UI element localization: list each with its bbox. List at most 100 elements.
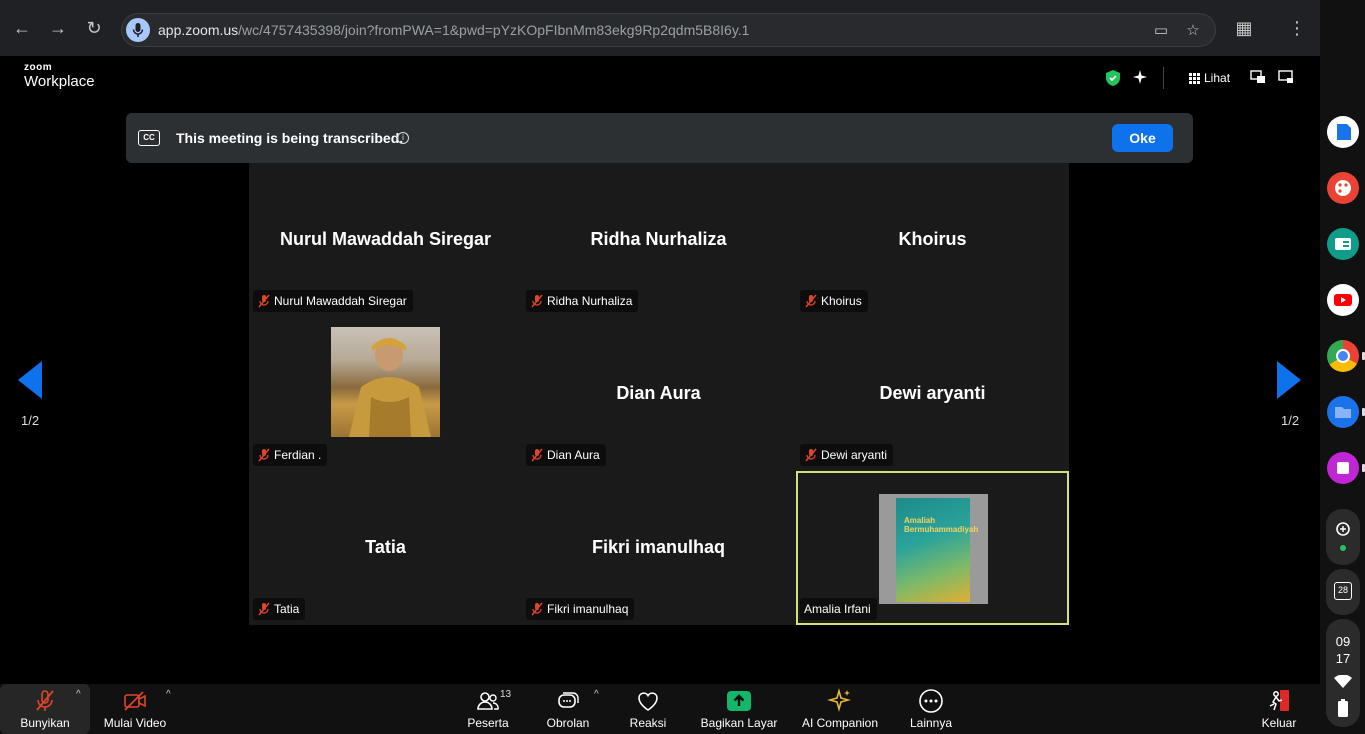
participant-name: Fikri imanulhaq [591, 537, 726, 557]
participant-label: Dian Aura [526, 444, 606, 466]
chat-button[interactable]: Obrolan [538, 684, 598, 734]
address-bar[interactable]: app.zoom.us/wc/4757435398/join?fromPWA=1… [121, 13, 1216, 47]
app-youtube-icon[interactable] [1327, 284, 1359, 316]
calendar-icon: 28 [1334, 582, 1352, 600]
muted-mic-icon [805, 294, 817, 308]
url-host: app.zoom.us [158, 22, 239, 38]
participant-label: Amalia Irfani [800, 598, 877, 620]
participants-icon [477, 692, 499, 710]
page-indicator-left: 1/2 [21, 413, 40, 428]
encryption-shield-icon[interactable] [1106, 70, 1120, 86]
participant-tile[interactable]: Khoirus Khoirus [796, 163, 1069, 317]
install-app-icon[interactable]: ▭ [1151, 21, 1171, 41]
participant-label: Tatia [253, 598, 306, 620]
participant-label: Nurul Mawaddah Siregar [253, 290, 413, 312]
header-divider [1163, 67, 1164, 89]
participant-label: Khoirus [800, 290, 868, 312]
grid-view-icon [1189, 72, 1200, 84]
pip-icon[interactable] [1250, 70, 1266, 86]
transcription-banner: CC This meeting is being transcribed. i … [126, 113, 1193, 163]
participant-tile[interactable]: Tatia Tatia [249, 471, 522, 625]
view-button[interactable]: Lihat [1189, 70, 1230, 86]
participants-label: Peserta [467, 716, 509, 730]
participant-label-text: Dewi aryanti [821, 448, 888, 462]
participant-tile[interactable]: Ferdian . [249, 317, 522, 471]
participant-tile[interactable]: Dewi aryanti Dewi aryanti [796, 317, 1069, 471]
muted-mic-icon [258, 294, 270, 308]
participant-video-image [331, 327, 440, 437]
app-palette-icon[interactable] [1327, 172, 1359, 204]
unmute-label: Bunyikan [20, 716, 70, 730]
next-page-arrow-icon[interactable] [1277, 361, 1301, 399]
muted-mic-icon [258, 448, 270, 462]
participant-name: Tatia [365, 537, 406, 557]
extensions-icon[interactable]: ▦ [1232, 16, 1256, 40]
reactions-button[interactable]: Reaksi [618, 684, 678, 734]
chat-label: Obrolan [546, 716, 590, 730]
forward-icon[interactable]: → [46, 16, 70, 40]
page-indicator-right: 1/2 [1281, 413, 1300, 428]
fullscreen-icon[interactable] [1278, 70, 1294, 86]
battery-icon [1338, 699, 1348, 717]
muted-microphone-icon [36, 690, 54, 711]
leave-door-icon [1269, 690, 1289, 711]
ai-companion-button[interactable]: AI Companion [798, 684, 882, 734]
clock-tray[interactable]: 09 17 [1326, 619, 1360, 727]
participant-name: Dewi aryanti [879, 383, 986, 403]
app-files-icon[interactable] [1327, 396, 1359, 428]
url-path: /wc/4757435398/join?fromPWA=1&pwd=pYzKOp… [238, 22, 750, 38]
participant-label-text: Ferdian . [274, 448, 322, 462]
participant-tile[interactable]: Ridha Nurhaliza Ridha Nurhaliza [522, 163, 795, 317]
participant-tile[interactable]: Nurul Mawaddah Siregar Nurul Mawaddah Si… [249, 163, 522, 317]
logo-big-text: Workplace [24, 73, 95, 90]
participant-label: Ferdian . [253, 444, 328, 466]
active-speaker-tile[interactable]: Amaliah Bermuhammadiyah Amalia Irfani [796, 471, 1069, 625]
start-video-button[interactable]: Mulai Video [100, 684, 170, 734]
share-screen-button[interactable]: Bagikan Layar [698, 684, 780, 734]
participant-name: Ridha Nurhaliza [590, 229, 727, 249]
app-chrome-icon[interactable] [1327, 340, 1359, 372]
app-zoom-pwa-icon[interactable] [1327, 452, 1359, 484]
ai-companion-label: AI Companion [801, 716, 879, 730]
share-screen-label: Bagikan Layar [700, 716, 778, 730]
browser-menu-icon[interactable]: ⋮ [1285, 16, 1309, 40]
more-dots-icon [919, 689, 943, 713]
info-icon[interactable]: i [397, 132, 409, 144]
muted-mic-icon [531, 602, 543, 616]
ai-sparkle-icon[interactable] [1133, 70, 1147, 86]
participant-label-text: Ridha Nurhaliza [547, 294, 633, 308]
video-options-chevron-icon[interactable]: ^ [166, 689, 171, 700]
participant-tile[interactable]: Fikri imanulhaq Fikri imanulhaq [522, 471, 795, 625]
app-classroom-icon[interactable] [1327, 228, 1359, 260]
url-text: app.zoom.us/wc/4757435398/join?fromPWA=1… [158, 22, 749, 38]
unmute-button[interactable]: Bunyikan [10, 684, 80, 734]
more-button[interactable]: Lainnya [900, 684, 962, 734]
calendar-tray[interactable]: 28 [1326, 569, 1360, 615]
participant-name: Dian Aura [616, 383, 701, 403]
chat-options-chevron-icon[interactable]: ^ [594, 689, 599, 700]
more-label: Lainnya [909, 716, 953, 730]
zoom-workplace-logo: zoom Workplace [24, 63, 95, 91]
participant-label-text: Nurul Mawaddah Siregar [274, 294, 407, 308]
back-icon[interactable]: ← [10, 16, 34, 40]
microphone-in-use-icon[interactable] [126, 18, 150, 42]
app-ruang-gtk-icon[interactable] [1327, 116, 1359, 148]
participant-label-text: Tatia [274, 602, 300, 616]
leave-button[interactable]: Keluar [1252, 684, 1306, 734]
bookmark-star-icon[interactable]: ☆ [1183, 21, 1203, 41]
ok-button[interactable]: Oke [1112, 124, 1173, 152]
participant-tile[interactable]: Dian Aura Dian Aura [522, 317, 795, 471]
heart-icon [638, 692, 658, 711]
tray-status-area[interactable] [1326, 509, 1360, 565]
muted-mic-icon [531, 448, 543, 462]
banner-message: This meeting is being transcribed. [176, 130, 404, 146]
participant-name: Nurul Mawaddah Siregar [279, 229, 492, 249]
book-cover-image: Amaliah Bermuhammadiyah [896, 498, 978, 602]
previous-page-arrow-icon[interactable] [18, 361, 42, 399]
book-title-line2: Bermuhammadiyah [904, 525, 979, 534]
video-gallery: Nurul Mawaddah Siregar Nurul Mawaddah Si… [249, 163, 1069, 625]
audio-options-chevron-icon[interactable]: ^ [76, 689, 81, 700]
participant-video-image: Amaliah Bermuhammadiyah [879, 494, 988, 604]
reload-icon[interactable]: ↻ [82, 16, 106, 40]
muted-mic-icon [805, 448, 817, 462]
